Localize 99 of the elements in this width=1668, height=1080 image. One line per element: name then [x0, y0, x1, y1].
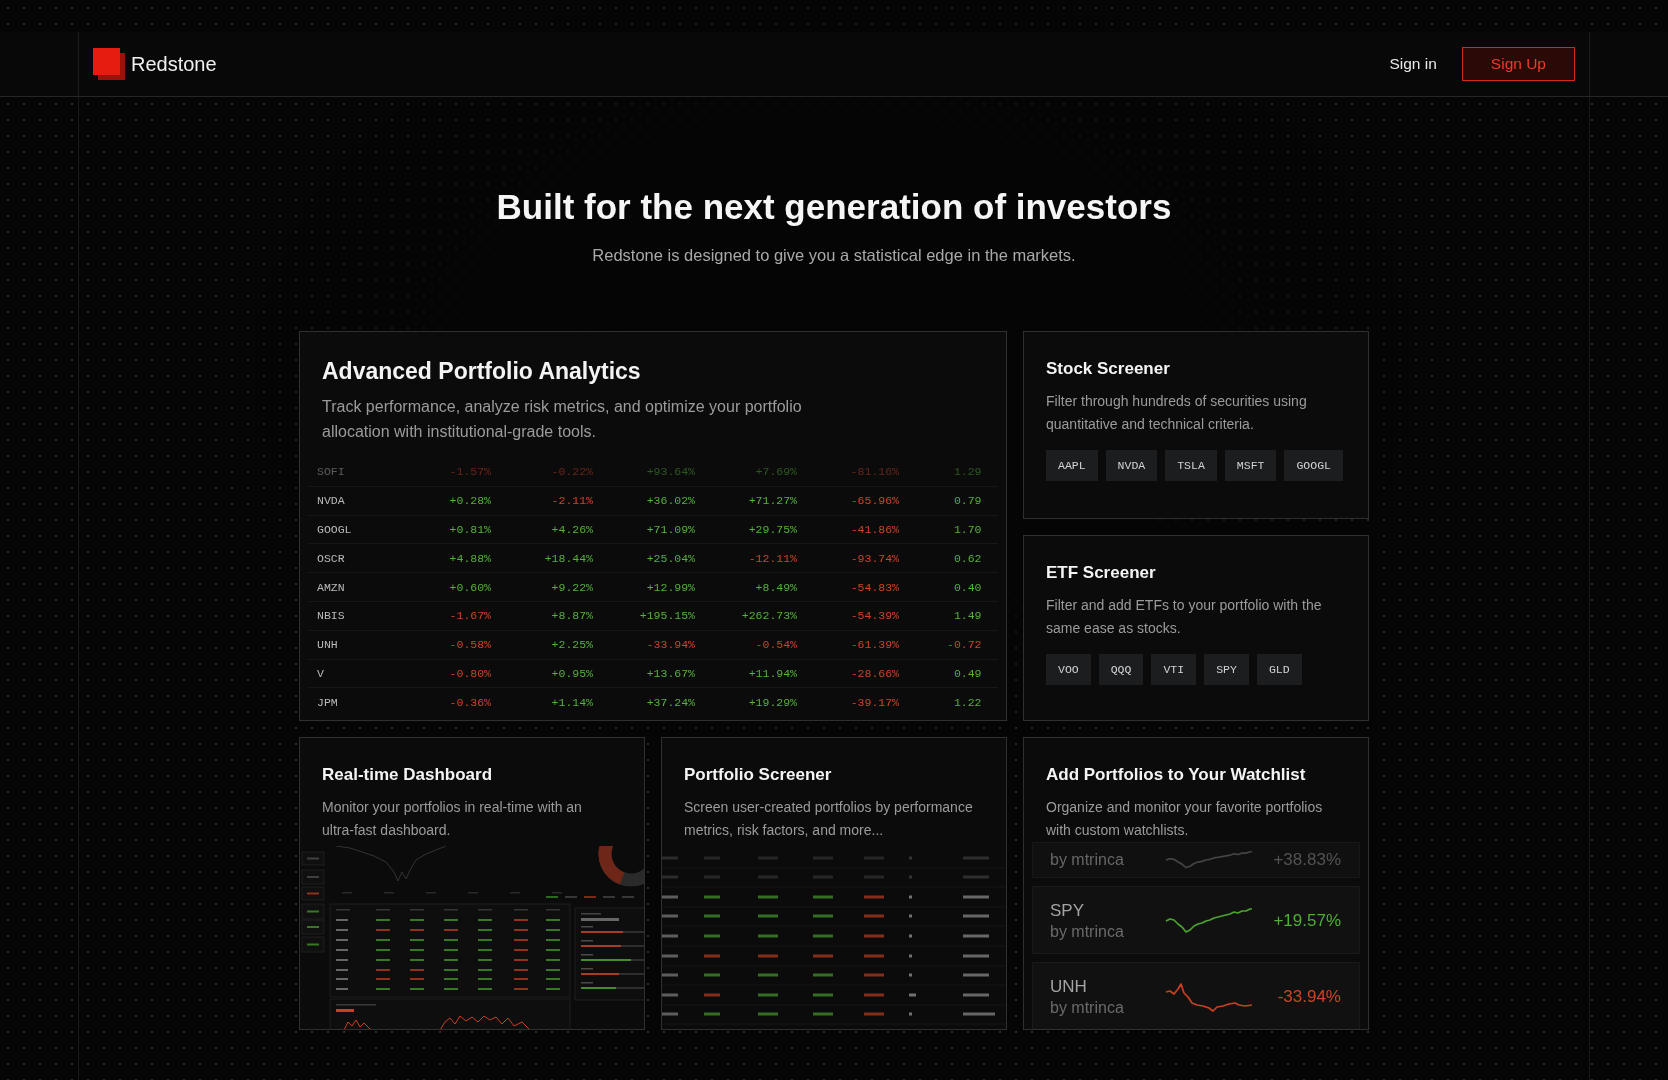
table-cell: -2.11%: [551, 494, 593, 508]
brand-name: Redstone: [131, 52, 217, 76]
table-cell: +4.26%: [551, 523, 593, 536]
table-cell: +25.04%: [646, 551, 695, 565]
table-cell: +7.69%: [755, 464, 797, 478]
table-cell: -0.72: [947, 638, 982, 652]
table-cell: +2.25%: [551, 638, 593, 652]
table-cell: 0.40: [953, 580, 982, 594]
card-title: Add Portfolios to Your Watchlist: [1046, 764, 1307, 786]
card-title: Real-time Dashboard: [322, 764, 494, 786]
portfolio-owner: by mtrinca: [1050, 998, 1125, 1018]
table-cell: +93.64%: [646, 464, 695, 478]
table-cell: -81.16%: [850, 464, 899, 478]
hero-subtitle: Redstone is designed to give you a statistical edge in the markets.: [591, 245, 1077, 266]
table-cell: -93.74%: [850, 551, 899, 565]
sign-in-link[interactable]: Sign in: [1389, 55, 1437, 73]
table-cell-text: SOFI: [317, 464, 346, 478]
table-cell: -54.83%: [850, 580, 899, 594]
table-cell-text: NBIS: [317, 609, 346, 623]
table-cell: +11.94%: [748, 666, 797, 680]
sign-up-button[interactable]: Sign Up: [1461, 47, 1575, 81]
table-cell: +8.87%: [551, 609, 593, 623]
card-title: Portfolio Screener: [684, 764, 833, 786]
table-cell: +19.29%: [748, 695, 797, 709]
table-cell: +18.44%: [544, 551, 593, 565]
table-cell: -0.22%: [551, 464, 593, 478]
table-cell: +71.27%: [748, 494, 797, 508]
table-cell: -61.39%: [850, 638, 899, 652]
table-cell: +9.22%: [551, 580, 593, 594]
table-cell: +37.24%: [646, 695, 695, 709]
table-cell: +36.02%: [646, 494, 695, 508]
table-cell-text: GOOGL: [317, 523, 353, 536]
table-cell: 0.79: [953, 494, 982, 508]
table-cell: +0.81%: [449, 523, 491, 536]
table-cell: +195.15%: [639, 609, 695, 623]
table-cell: -28.66%: [850, 666, 899, 680]
table-cell: -65.96%: [850, 494, 899, 508]
logo-icon: [93, 48, 125, 80]
table-cell: -39.17%: [850, 695, 899, 709]
table-cell: -54.39%: [850, 609, 899, 623]
card-description: Track performance, analyze risk metrics, and optimize your portfolio allocation with institutional-grade tools.: [322, 397, 803, 442]
table-cell: -33.94%: [646, 638, 695, 652]
table-cell: 1.70: [953, 523, 982, 536]
ticker-tag: SPY: [1204, 654, 1249, 685]
table-cell: +0.60%: [449, 580, 491, 594]
table-cell: +262.73%: [741, 609, 797, 623]
ticker-tag: VOO: [1046, 654, 1091, 685]
table-cell-text: V: [317, 666, 325, 680]
ticker-tag: VTI: [1151, 654, 1197, 685]
table-cell: -12.11%: [748, 551, 797, 565]
portfolio-change: +19.57%: [1273, 911, 1341, 931]
table-cell: -0.36%: [449, 695, 491, 709]
table-cell: 0.49: [953, 666, 982, 680]
table-cell: -41.86%: [850, 523, 899, 536]
ticker-tag: GOOGL: [1284, 450, 1343, 481]
table-cell: +1.14%: [551, 695, 593, 709]
table-cell: 1.49: [953, 609, 982, 623]
table-cell: 0.62: [953, 551, 982, 565]
table-cell: +12.99%: [646, 580, 695, 594]
ticker-tag: TSLA: [1165, 450, 1217, 481]
table-cell: +71.09%: [646, 523, 695, 536]
table-cell: 1.22: [953, 695, 982, 709]
card-description: Filter and add ETFs to your portfolio with the same ease as stocks.: [1046, 596, 1323, 638]
table-cell: -0.80%: [449, 666, 491, 680]
ticker-tag: GLD: [1256, 654, 1302, 685]
table-cell: +29.75%: [748, 523, 797, 536]
card-title: ETF Screener: [1046, 562, 1157, 584]
table-cell-text: JPM: [317, 695, 339, 709]
card-description: Filter through hundreds of securities using quantitative and technical criteria.: [1046, 392, 1308, 434]
portfolio-name: SPY: [1050, 900, 1086, 922]
table-cell: -1.67%: [449, 609, 491, 623]
ticker-tag: QQQ: [1098, 654, 1144, 685]
portfolio-owner: by mtrinca: [1050, 850, 1125, 870]
table-cell-text: UNH: [317, 638, 339, 652]
table-cell-text: OSCR: [317, 551, 346, 565]
table-cell: +0.28%: [449, 494, 491, 508]
card-description: Monitor your portfolios in real-time with an ultra-fast dashboard.: [322, 798, 583, 840]
table-cell: +13.67%: [646, 666, 695, 680]
portfolio-change: -33.94%: [1277, 987, 1341, 1007]
portfolio-owner: by mtrinca: [1050, 922, 1125, 942]
table-cell: -0.58%: [449, 638, 491, 652]
portfolio-change: +38.83%: [1273, 850, 1341, 870]
card-title: Advanced Portfolio Analytics: [322, 357, 642, 386]
table-cell: -0.54%: [755, 638, 797, 652]
table-cell: -1.57%: [449, 464, 491, 478]
portfolio-name: UNH: [1050, 976, 1088, 998]
table-cell: 1.29: [953, 464, 982, 478]
ticker-tag: NVDA: [1105, 450, 1158, 481]
card-description: Organize and monitor your favorite portfolios with custom watchlists.: [1046, 798, 1324, 840]
ticker-tag: AAPL: [1046, 450, 1098, 481]
table-cell: +4.88%: [449, 551, 491, 565]
card-title: Stock Screener: [1046, 358, 1171, 380]
table-cell-text: AMZN: [317, 580, 346, 594]
ticker-tag: MSFT: [1224, 450, 1277, 481]
table-cell: +8.49%: [755, 580, 797, 594]
table-cell-text: NVDA: [317, 494, 346, 508]
card-description: Screen user-created portfolios by performance metrics, risk factors, and more...: [684, 798, 974, 840]
table-cell: +0.95%: [551, 666, 593, 680]
hero-title: Built for the next generation of investors: [495, 186, 1173, 228]
